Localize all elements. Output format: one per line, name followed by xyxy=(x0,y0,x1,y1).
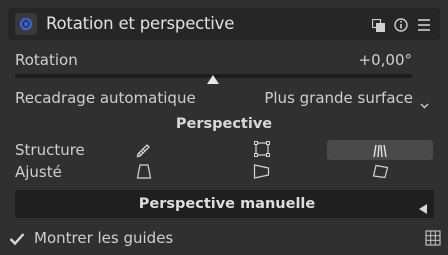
perspective-section-title: Perspective xyxy=(175,116,273,132)
rotation-perspective-module: Rotation et perspective Rotation +0,00° xyxy=(0,0,448,255)
horizontal-trapezoid-icon[interactable] xyxy=(253,164,270,183)
slider-marker-icon[interactable] xyxy=(207,69,219,88)
presets-icon[interactable] xyxy=(371,17,385,36)
manual-perspective-label: Perspective manuelle xyxy=(138,196,316,212)
reset-icon[interactable] xyxy=(394,17,408,36)
module-header[interactable]: Rotation et perspective xyxy=(8,8,440,40)
menu-icon[interactable] xyxy=(418,17,430,36)
pencil-icon[interactable] xyxy=(135,141,152,162)
collapse-arrow-icon[interactable] xyxy=(419,199,427,218)
rotation-value[interactable]: +0,00° xyxy=(359,51,412,69)
module-icon[interactable] xyxy=(15,13,37,35)
show-guides-checkbox[interactable] xyxy=(9,231,25,250)
grid-icon[interactable] xyxy=(425,230,441,250)
autocrop-label: Recadrage automatique xyxy=(15,89,196,107)
lines-icon xyxy=(371,143,389,162)
rotation-label: Rotation xyxy=(15,51,78,69)
module-title: Rotation et perspective xyxy=(46,14,235,33)
manual-perspective-section[interactable]: Perspective manuelle xyxy=(15,190,434,218)
adjusted-label: Ajusté xyxy=(15,163,62,181)
structure-label: Structure xyxy=(15,141,85,159)
chevron-down-icon[interactable] xyxy=(420,94,429,113)
lines-button[interactable] xyxy=(327,140,433,160)
full-trapezoid-icon[interactable] xyxy=(372,164,389,183)
rectangle-icon[interactable] xyxy=(253,140,271,162)
show-guides-label: Montrer les guides xyxy=(34,229,174,247)
autocrop-dropdown[interactable]: Plus grande surface xyxy=(264,89,413,107)
vertical-trapezoid-icon[interactable] xyxy=(136,164,152,183)
